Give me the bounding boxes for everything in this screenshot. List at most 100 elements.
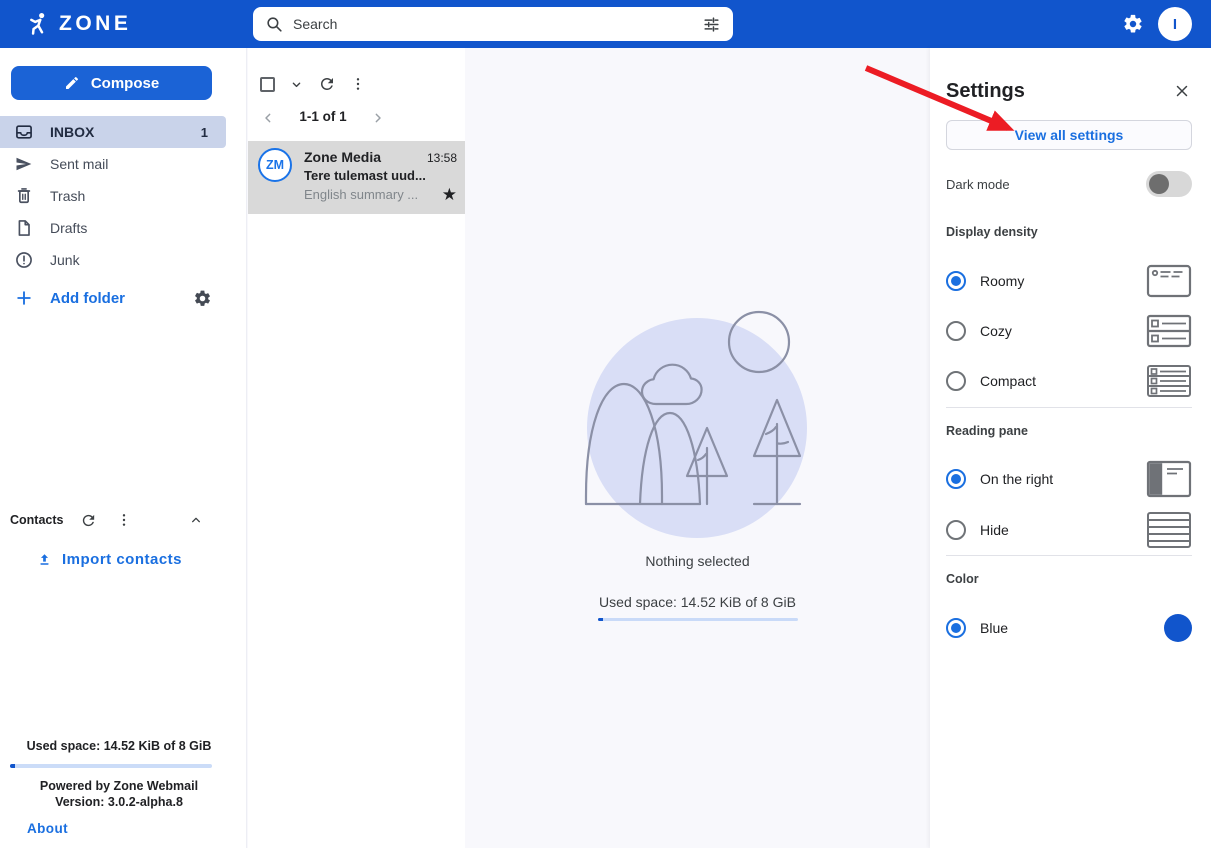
search-filters-button[interactable]	[702, 15, 721, 34]
radio-icon	[946, 371, 966, 391]
previous-page-button[interactable]	[260, 110, 276, 126]
empty-state-illustration	[582, 308, 814, 540]
search-bar[interactable]	[253, 7, 733, 41]
email-list-item[interactable]: ZM Zone Media 13:58 Tere tulemast uud...…	[248, 141, 465, 214]
quota-fill	[10, 764, 15, 768]
unread-count-badge: 1	[200, 124, 208, 140]
contacts-collapse-button[interactable]	[188, 512, 204, 528]
quota-fill	[597, 618, 603, 621]
radio-icon	[946, 469, 966, 489]
refresh-icon	[80, 512, 97, 529]
mail-list-toolbar	[248, 70, 366, 98]
pane-right-preview-icon	[1146, 460, 1192, 498]
select-all-checkbox[interactable]	[260, 76, 275, 92]
folder-list: INBOX 1 Sent mail Trash Drafts Junk	[0, 116, 226, 276]
compose-label: Compose	[90, 74, 160, 92]
pagination: 1-1 of 1	[248, 106, 398, 132]
view-all-settings-button[interactable]: View all settings	[946, 120, 1192, 150]
tune-icon	[702, 15, 721, 34]
radio-icon	[946, 618, 966, 638]
gear-icon	[193, 289, 212, 308]
send-icon	[14, 154, 34, 174]
section-divider	[946, 555, 1192, 556]
chevron-left-icon	[260, 110, 276, 126]
plus-icon	[14, 288, 34, 308]
sidebar-item-sent[interactable]: Sent mail	[0, 148, 226, 180]
contacts-refresh-button[interactable]	[80, 512, 97, 529]
compose-button[interactable]: Compose	[11, 66, 212, 100]
toggle-knob	[1149, 174, 1169, 194]
contacts-more-button[interactable]	[116, 512, 132, 528]
user-avatar[interactable]: I	[1158, 7, 1192, 41]
sender-initials: ZM	[265, 158, 285, 172]
settings-title: Settings	[946, 80, 1025, 102]
dark-mode-label: Dark mode	[946, 176, 1010, 192]
display-density-label: Display density	[946, 225, 1038, 239]
refresh-list-button[interactable]	[318, 75, 336, 93]
settings-gear-button[interactable]	[1122, 13, 1144, 35]
inbox-icon	[14, 122, 34, 142]
zone-webmail-app: { "topbar": { "brand": "zone", "search_p…	[0, 0, 1211, 848]
reading-pane-option-right[interactable]: On the right	[946, 454, 1192, 504]
next-page-button[interactable]	[370, 110, 386, 126]
email-summary: Zone Media 13:58 Tere tulemast uud... En…	[304, 149, 457, 203]
reading-pane-option-hide[interactable]: Hide	[946, 505, 1192, 555]
chevron-up-icon	[188, 512, 204, 528]
email-subject: Tere tulemast uud...	[304, 168, 426, 183]
zone-logo[interactable]: zone	[24, 0, 131, 48]
radio-icon	[946, 520, 966, 540]
option-label: Blue	[980, 620, 1009, 636]
reading-pane-empty-state: Nothing selected Used space: 14.52 KiB o…	[465, 48, 930, 848]
folder-settings-button[interactable]	[193, 289, 212, 308]
density-option-compact[interactable]: Compact	[946, 356, 1192, 406]
sidebar-item-junk[interactable]: Junk	[0, 244, 226, 276]
about-link[interactable]: About	[27, 821, 68, 836]
color-option-blue[interactable]: Blue	[946, 603, 1192, 653]
refresh-icon	[318, 75, 336, 93]
radio-icon	[946, 271, 966, 291]
upload-icon	[36, 551, 53, 568]
nothing-selected-text: Nothing selected	[645, 553, 750, 569]
close-icon	[1173, 82, 1191, 100]
folder-label: INBOX	[50, 124, 95, 140]
sidebar-item-drafts[interactable]: Drafts	[0, 212, 226, 244]
mail-list-pane: 1-1 of 1 ZM Zone Media 13:58 Tere tulema…	[248, 48, 465, 848]
color-label: Color	[946, 572, 979, 586]
sidebar-item-trash[interactable]: Trash	[0, 180, 226, 212]
density-option-cozy[interactable]: Cozy	[946, 306, 1192, 356]
reading-pane-label: Reading pane	[946, 424, 1028, 438]
settings-panel: Settings View all settings Dark mode Dis…	[930, 48, 1211, 848]
option-label: Hide	[980, 522, 1009, 538]
version-text: Version: 3.0.2-alpha.8	[55, 795, 183, 809]
sidebar-item-inbox[interactable]: INBOX 1	[0, 116, 226, 148]
add-folder-row: Add folder	[0, 282, 226, 314]
settings-close-button[interactable]	[1173, 82, 1191, 100]
import-contacts-label: Import contacts	[62, 550, 183, 568]
junk-alert-icon	[14, 250, 34, 270]
left-sidebar: Compose INBOX 1 Sent mail Trash Drafts J…	[0, 48, 247, 848]
option-label: On the right	[980, 471, 1054, 487]
blue-color-swatch[interactable]	[1164, 614, 1192, 642]
search-icon	[265, 15, 284, 34]
avatar-initial: I	[1172, 15, 1178, 33]
density-option-roomy[interactable]: Roomy	[946, 256, 1192, 306]
list-more-button[interactable]	[350, 76, 366, 92]
chevron-down-icon	[289, 77, 304, 92]
star-icon[interactable]: ★	[442, 186, 457, 203]
contacts-label: Contacts	[10, 513, 64, 527]
section-divider	[946, 407, 1192, 408]
brand-wordmark: zone	[59, 12, 132, 35]
compact-preview-icon	[1146, 364, 1192, 398]
cozy-preview-icon	[1146, 314, 1192, 348]
more-vert-icon	[350, 76, 366, 92]
dark-mode-toggle[interactable]	[1146, 171, 1192, 197]
sidebar-quota-bar	[10, 764, 212, 768]
more-vert-icon	[116, 512, 132, 528]
trash-icon	[14, 186, 34, 206]
search-input[interactable]	[293, 16, 693, 32]
folder-label: Trash	[50, 188, 86, 204]
contacts-header-row: Contacts	[0, 506, 226, 534]
select-menu-button[interactable]	[289, 77, 304, 92]
import-contacts-button[interactable]: Import contacts	[36, 545, 182, 573]
add-folder-button[interactable]: Add folder	[50, 290, 177, 307]
